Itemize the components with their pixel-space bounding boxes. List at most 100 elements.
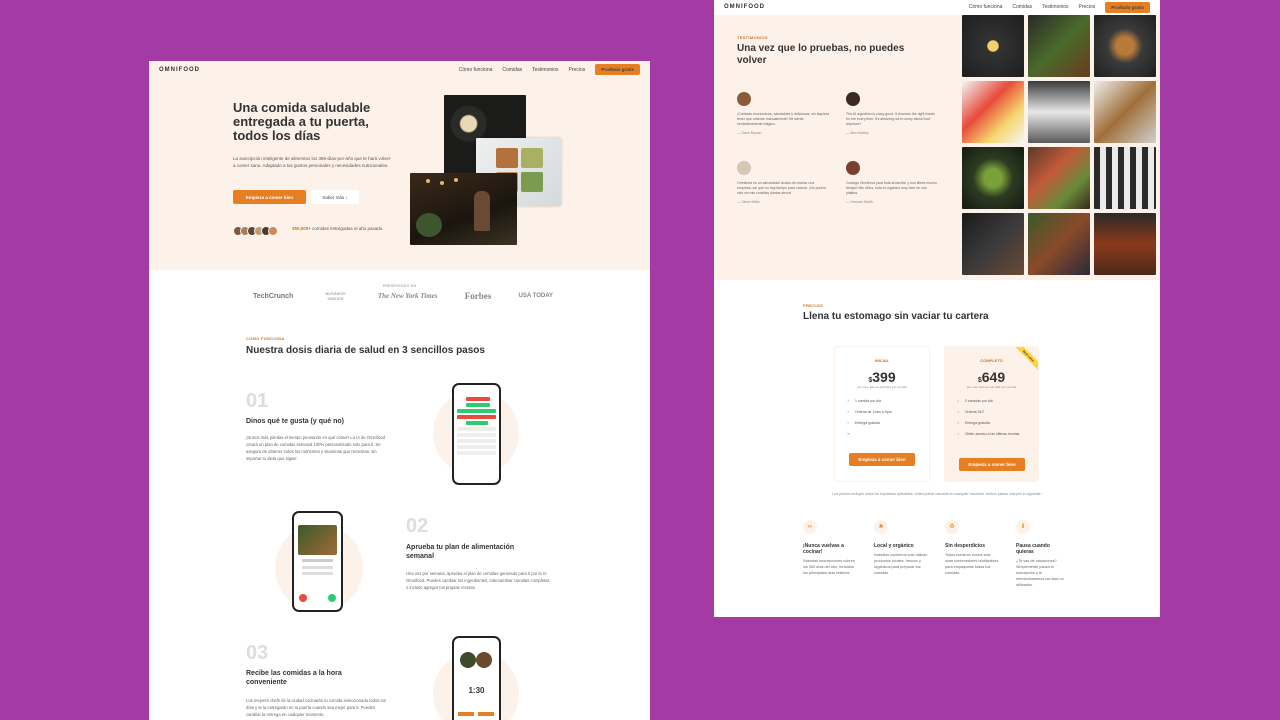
- logo-2[interactable]: OMNIFOOD: [724, 4, 765, 10]
- step-text-3: Los mejores chefs de la ciudad cocinarán…: [246, 698, 386, 717]
- nav-link-meals[interactable]: Comidas: [502, 67, 522, 73]
- plan-feature: ✓ Obtén acceso a las últimas recetas: [957, 432, 1020, 436]
- step-text-1: ¡Nunca más pierdas el tiempo pensando en…: [246, 435, 385, 461]
- plan-feature: ✓ Entrega gratuita: [957, 421, 990, 425]
- plan-price-desc: por mes. Eso es solo $13 por comida: [857, 385, 907, 389]
- nav-cta-button-2[interactable]: Pruébalo gratis: [1105, 1, 1150, 13]
- plan-cta-button-starter[interactable]: Empieza a comer bien: [849, 453, 915, 466]
- check-icon: ✓: [957, 410, 960, 414]
- hero-primary-button[interactable]: Empieza a comer bien: [233, 190, 306, 204]
- customer-avatars: [233, 226, 278, 236]
- delivered-label: comidas entregadas el año pasado.: [312, 226, 384, 231]
- nav-link-testimonials[interactable]: Testimonios: [532, 67, 558, 73]
- testimonial-1: ¡Comidas económicas, saludables y delici…: [737, 92, 829, 136]
- check-icon: ✓: [847, 421, 850, 425]
- testimonial-author: — Ben Hadley: [846, 131, 869, 135]
- leaf-icon: ❀: [874, 520, 888, 534]
- logo-forbes: Forbes: [464, 291, 492, 301]
- phone-mockup-1: [452, 383, 501, 485]
- plan-feature: ✓ 2 comidas por día: [957, 399, 993, 403]
- plan-feature: ✓ Ordena 24/7: [957, 410, 985, 414]
- check-icon: ✓: [957, 399, 960, 403]
- step-number-2: 02: [406, 515, 429, 537]
- navbar: OMNIFOOD Cómo funciona Comidas Testimoni…: [149, 61, 650, 78]
- infinity-icon: ∞: [803, 520, 817, 534]
- plan-feature-missing: ✕: [847, 432, 892, 436]
- pricing-card-starter: INICIAL $399 por mes. Eso es solo $13 po…: [834, 346, 930, 482]
- nav-link-testimonials-2[interactable]: Testimonios: [1042, 4, 1068, 10]
- step-title-1: Dinos qué te gusta (y qué no): [246, 418, 345, 425]
- feature-title-4: Pausa cuando quieras: [1016, 543, 1050, 555]
- plan-feature: ✓ Entrega gratuita: [847, 421, 880, 425]
- landing-page-top: OMNIFOOD Cómo funciona Comidas Testimoni…: [149, 61, 650, 720]
- testimonial-author: — Dave Bryson: [737, 131, 762, 135]
- feature-text-4: ¿Te vas de vacaciones? Simplemente pausa…: [1016, 559, 1064, 587]
- step-title-3: Recibe las comidas a la hora conveniente: [246, 670, 342, 686]
- feature-title-2: Local y orgánico: [874, 543, 914, 549]
- check-icon: ✓: [957, 421, 960, 425]
- avatar: [737, 92, 751, 106]
- nav-link-meals-2[interactable]: Comidas: [1012, 4, 1032, 10]
- gallery-image: [962, 15, 1024, 77]
- navbar-2: OMNIFOOD Cómo funciona Comidas Testimoni…: [714, 0, 1160, 14]
- plan-feature: ✓ Ordena de 11am a 9pm: [847, 410, 892, 414]
- recycle-icon: ♻: [945, 520, 959, 534]
- x-icon: ✕: [847, 432, 850, 436]
- gallery-image: [1028, 147, 1090, 209]
- pricing-note: Los precios incluyen todos los impuestos…: [832, 492, 1042, 496]
- nav-link-how-2[interactable]: Cómo funciona: [969, 4, 1003, 10]
- testimonial-3: Omnifood es un salvavidas! Acabo de mont…: [737, 161, 829, 205]
- feature-text-1: Nuestras suscripciones cubren los 365 dí…: [803, 559, 855, 575]
- avatar: [268, 226, 278, 236]
- feature-text-3: Todos nuestros socios solo usan contened…: [945, 553, 999, 575]
- feature-title-1: ¡Nunca vuelvas a cocinar!: [803, 543, 844, 555]
- gallery-image: [1028, 81, 1090, 143]
- how-heading: Nuestra dosis diaria de salud en 3 senci…: [246, 345, 485, 356]
- testimonial-2: The AI algorithm is crazy good, it choos…: [846, 92, 938, 136]
- delivery-time: 1:30: [468, 686, 485, 695]
- nav-links: Cómo funciona Comidas Testimonios Precio…: [459, 64, 640, 75]
- testimonial-text: Omnifood es un salvavidas! Acabo de mont…: [737, 181, 826, 195]
- step-text-2: Una vez por semana, aprueba el plan de c…: [406, 571, 550, 590]
- logo-usa-today: USA TODAY: [518, 293, 553, 299]
- how-subheading: CÓMO FUNCIONA: [246, 336, 285, 341]
- nav-cta-button[interactable]: Pruébalo gratis: [595, 64, 640, 75]
- gallery-image: [962, 213, 1024, 275]
- plan-price: $649: [977, 369, 1006, 385]
- plan-name: INICIAL: [874, 358, 890, 363]
- nav-link-pricing[interactable]: Precios: [569, 67, 586, 73]
- gallery-image: [1094, 213, 1156, 275]
- testimonial-4: Consigo Omnifood para toda la familia, y…: [846, 161, 938, 205]
- check-icon: ✓: [847, 410, 850, 414]
- nav-links-2: Cómo funciona Comidas Testimonios Precio…: [969, 1, 1150, 13]
- gallery-image: [962, 81, 1024, 143]
- hero-title: Una comida saludable entregada a tu puer…: [233, 100, 371, 143]
- phone-mockup-2: [292, 511, 343, 612]
- hero-photo-woman: [410, 173, 517, 245]
- nav-link-how[interactable]: Cómo funciona: [459, 67, 493, 73]
- avatar: [737, 161, 751, 175]
- step-number-1: 01: [246, 390, 269, 412]
- hero-section: OMNIFOOD Cómo funciona Comidas Testimoni…: [149, 61, 650, 270]
- feature-text-2: Nuestros cocineros solo utilizan product…: [874, 553, 928, 575]
- logo-business-insider: BUSINESS INSIDER: [325, 291, 346, 301]
- avatar: [846, 92, 860, 106]
- plan-cta-button-complete[interactable]: Empieza a comer bien: [959, 458, 1025, 471]
- logo[interactable]: OMNIFOOD: [159, 67, 200, 73]
- logo-techcrunch: TechCrunch: [253, 292, 294, 300]
- nav-link-pricing-2[interactable]: Precios: [1079, 4, 1096, 10]
- delivered-count: 250,000+: [292, 226, 311, 231]
- gallery-image: [962, 147, 1024, 209]
- step-number-3: 03: [246, 642, 269, 664]
- feature-title-3: Sin desperdicios: [945, 543, 986, 549]
- gallery-image: [1094, 81, 1156, 143]
- testimonial-author: — Steve Miller: [737, 200, 760, 204]
- hero-secondary-button[interactable]: Saber más ↓: [311, 190, 359, 204]
- gallery-image: [1028, 213, 1090, 275]
- phone-mockup-3: 1:30: [452, 636, 501, 720]
- plan-features: ✓ 2 comidas por día ✓ Ordena 24/7 ✓ Entrega…: [957, 399, 1027, 443]
- testimonials-heading: Una vez que lo pruebas, no puedes volver: [737, 43, 905, 66]
- pricing-heading: Llena tu estomago sin vaciar tu cartera: [803, 311, 989, 322]
- hero-description: La suscripción inteligente de alimentos …: [233, 156, 391, 168]
- check-icon: ✓: [847, 399, 850, 403]
